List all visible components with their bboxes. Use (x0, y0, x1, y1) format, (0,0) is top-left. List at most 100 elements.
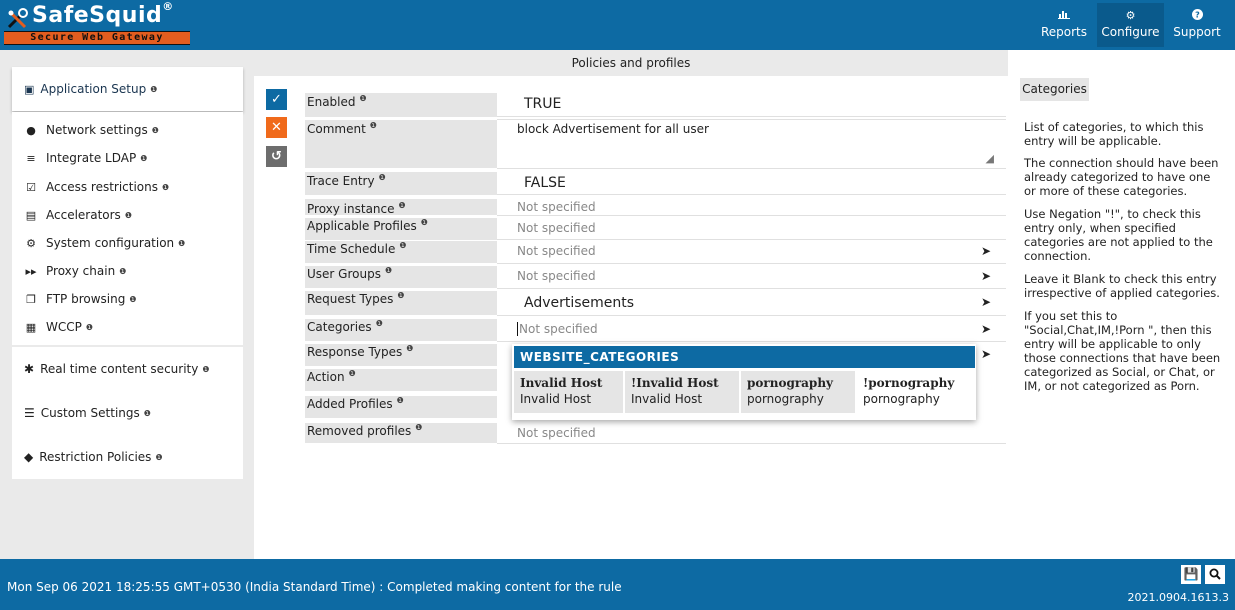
categories-dropdown: WEBSITE_CATEGORIES Invalid Host Invalid … (512, 344, 976, 420)
info-icon: ❶ (369, 121, 377, 130)
sidebar-item-integrate-ldap[interactable]: ≡ Integrate LDAP ❶ (12, 148, 147, 168)
checkbox-icon: ☑ (26, 180, 36, 194)
sidebar-item-wccp[interactable]: ▦ WCCP ❶ (12, 317, 93, 337)
field-label-categories: Categories ❶ (305, 319, 497, 341)
search-button[interactable] (1205, 565, 1225, 584)
cancel-button[interactable]: ✕ (266, 117, 287, 138)
globe-icon: ● (26, 123, 36, 137)
info-icon: ❶ (202, 364, 210, 374)
files-icon: ❐ (26, 292, 36, 306)
sidebar-item-proxy-chain[interactable]: ▸▸ Proxy chain ❶ (12, 261, 126, 281)
sidebar-section-real-time-content-security[interactable]: ✱ Real time content security ❶ (12, 347, 243, 391)
chart-icon (1038, 9, 1090, 23)
field-label-time-schedule: Time Schedule ❶ (305, 241, 497, 263)
nav-configure-label: Configure (1101, 25, 1160, 39)
version-label: 2021.0904.1613.3 (1127, 591, 1229, 604)
categories-input[interactable]: Not specified (497, 319, 1006, 342)
info-icon: ❶ (420, 218, 428, 227)
dropdown-option[interactable]: !Invalid Host Invalid Host (625, 371, 739, 413)
status-bar: Mon Sep 06 2021 18:25:55 GMT+0530 (India… (0, 559, 1235, 610)
resize-handle-icon[interactable]: ◢ (986, 152, 994, 165)
sidebar-item-accelerators[interactable]: ▤ Accelerators ❶ (12, 205, 132, 225)
shield-icon: ◆ (24, 450, 34, 464)
tools-icon (7, 8, 28, 29)
dropdown-option[interactable]: !pornography pornography (857, 371, 974, 413)
info-icon: ❶ (162, 182, 170, 192)
sidebar-item-label: Proxy chain (46, 264, 116, 278)
send-icon[interactable]: ➤ (981, 244, 991, 258)
applicable-profiles-field[interactable]: Not specified (497, 218, 1006, 240)
info-icon: ❶ (396, 396, 404, 405)
time-schedule-field[interactable]: Not specified (497, 241, 1006, 264)
info-icon: ❶ (85, 322, 94, 332)
server-icon: ▤ (25, 208, 37, 222)
sidebar-section-application-setup[interactable]: ▣ Application Setup ❶ (12, 67, 243, 111)
user-groups-field[interactable]: Not specified (497, 266, 1006, 289)
info-icon: ❶ (359, 94, 367, 103)
field-label-applicable-profiles: Applicable Profiles ❶ (305, 218, 497, 240)
sidebar-item-label: Accelerators (46, 208, 121, 222)
brand-tagline: Secure Web Gateway (30, 32, 164, 43)
sidebar-item-access-restrictions[interactable]: ☑ Access restrictions ❶ (12, 177, 169, 197)
send-icon[interactable]: ➤ (981, 347, 991, 361)
comment-textarea[interactable]: block Advertisement for all user ◢ (497, 119, 1006, 169)
sidebar-item-network-settings[interactable]: ● Network settings ❶ (12, 120, 159, 140)
help-paragraph: The connection should have been already … (1024, 156, 1219, 198)
undo-button[interactable]: ↺ (266, 146, 287, 167)
send-icon[interactable]: ➤ (981, 295, 991, 309)
enable-toggle-button[interactable]: ✓ (266, 89, 287, 110)
save-button[interactable]: 💾 (1181, 565, 1201, 584)
sidebar-section-restriction-policies[interactable]: ◆ Restriction Policies ❶ (12, 435, 243, 479)
info-icon: ❶ (150, 84, 158, 94)
info-icon: ❶ (378, 173, 386, 182)
sidebar-section-custom-settings[interactable]: ☰ Custom Settings ❶ (12, 391, 243, 435)
info-icon: ❶ (415, 423, 423, 432)
dropdown-option[interactable]: Invalid Host Invalid Host (514, 371, 623, 413)
proxy-instance-field[interactable]: Not specified (497, 199, 1006, 216)
request-types-field[interactable]: Advertisements (497, 291, 1006, 316)
help-paragraph: If you set this to "Social,Chat,IM,!Porn… (1024, 309, 1221, 393)
help-tab-categories[interactable]: Categories (1020, 78, 1089, 101)
search-icon (1209, 568, 1221, 580)
sliders-icon: ☰ (24, 406, 35, 420)
briefcase-icon: ▣ (24, 82, 35, 96)
info-icon: ❶ (397, 291, 405, 300)
safesquid-logo[interactable]: SafeSquid® Secure Web Gateway (4, 0, 190, 47)
close-icon: ✕ (271, 120, 282, 135)
undo-icon: ↺ (271, 149, 282, 164)
sidebar-item-system-configuration[interactable]: ⚙ System configuration ❶ (12, 233, 185, 253)
sidebar-item-label: FTP browsing (46, 292, 126, 306)
nav-reports[interactable]: Reports (1038, 3, 1090, 47)
dropdown-option[interactable]: pornography pornography (741, 371, 855, 413)
field-label-comment: Comment ❶ (305, 120, 497, 168)
info-icon: ❶ (348, 369, 356, 378)
help-paragraph: Leave it Blank to check this entry irres… (1024, 272, 1220, 300)
sidebar-item-label: WCCP (46, 320, 82, 334)
nav-support[interactable]: ? Support (1168, 3, 1226, 47)
info-icon: ❶ (398, 201, 406, 210)
info-icon: ❶ (155, 452, 163, 462)
sidebar-item-label: Integrate LDAP (46, 151, 137, 165)
status-message: Mon Sep 06 2021 18:25:55 GMT+0530 (India… (7, 580, 622, 594)
sidebar-item-label: Network settings (46, 123, 148, 137)
send-icon[interactable]: ➤ (981, 269, 991, 283)
brand-name: SafeSquid (32, 3, 163, 28)
forward-icon: ▸▸ (25, 264, 37, 278)
trace-entry-value[interactable]: FALSE (497, 172, 1006, 195)
info-icon: ❶ (399, 241, 407, 250)
gears-icon: ⚙ (1125, 9, 1136, 22)
check-icon: ✓ (271, 92, 282, 107)
field-label-trace-entry: Trace Entry ❶ (305, 172, 497, 195)
sidebar-item-ftp-browsing[interactable]: ❐ FTP browsing ❶ (12, 289, 136, 309)
gear-icon: ⚙ (26, 236, 36, 250)
field-label-user-groups: User Groups ❶ (305, 266, 497, 288)
send-icon[interactable]: ➤ (981, 322, 991, 336)
categories-placeholder: Not specified (517, 322, 598, 336)
nav-configure[interactable]: ⚙ Configure (1097, 3, 1164, 47)
keyboard-icon: ▦ (25, 320, 37, 334)
question-icon: ? (1168, 9, 1226, 23)
removed-profiles-field[interactable]: Not specified (497, 423, 1006, 444)
enabled-value[interactable]: TRUE (497, 93, 1006, 117)
dropdown-header: WEBSITE_CATEGORIES (514, 346, 975, 368)
info-icon: ❶ (151, 125, 159, 135)
